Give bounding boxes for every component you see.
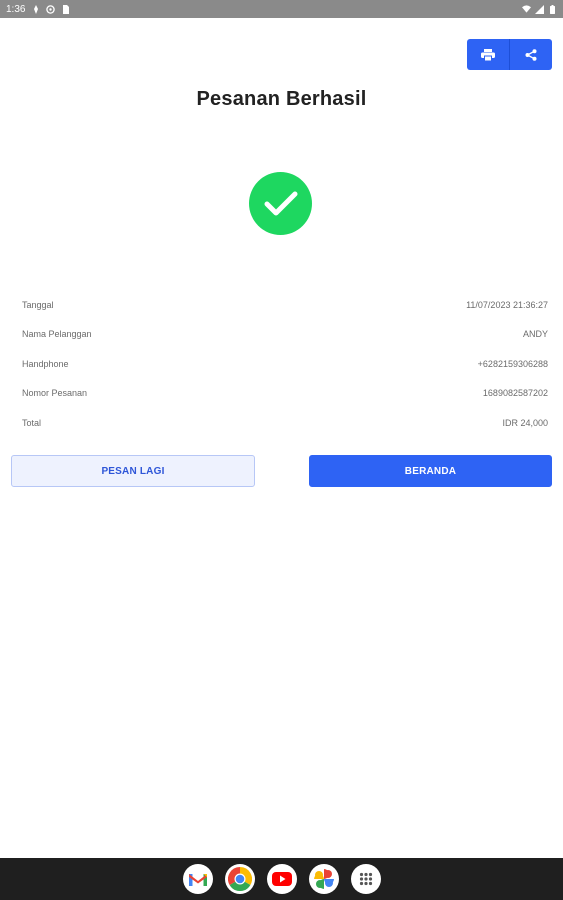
- print-button[interactable]: [467, 39, 509, 70]
- detail-label: Tanggal: [22, 299, 54, 310]
- detail-row-total: Total IDR 24,000: [22, 408, 548, 438]
- detail-row-date: Tanggal 11/07/2023 21:36:27: [22, 290, 548, 320]
- photos-icon[interactable]: [308, 864, 339, 894]
- vpn-icon: [46, 4, 56, 14]
- app-dock: [0, 858, 563, 900]
- youtube-icon[interactable]: [266, 864, 297, 894]
- order-details: Tanggal 11/07/2023 21:36:27 Nama Pelangg…: [22, 290, 548, 438]
- detail-label: Nama Pelanggan: [22, 329, 92, 340]
- order-success-screen: 1:36 Pesanan Berhasil Tanggal 11/07/2023…: [0, 0, 563, 900]
- battery-icon: [548, 4, 557, 14]
- chrome-icon[interactable]: [224, 864, 255, 894]
- wifi-icon: [522, 5, 531, 14]
- detail-row-customer: Nama Pelanggan ANDY: [22, 320, 548, 350]
- status-time: 1:36: [6, 3, 26, 15]
- notification-icon: [31, 4, 40, 14]
- gmail-icon[interactable]: [182, 864, 213, 894]
- status-bar: 1:36: [0, 0, 563, 18]
- signal-icon: [535, 4, 544, 14]
- top-actions: [467, 39, 552, 70]
- print-icon: [481, 48, 495, 61]
- detail-value: 1689082587202: [482, 388, 548, 399]
- detail-row-phone: Handphone +6282159306288: [22, 349, 548, 379]
- detail-label: Handphone: [22, 358, 69, 369]
- check-circle-icon: [249, 172, 312, 235]
- detail-label: Total: [22, 417, 42, 428]
- detail-value: +6282159306288: [477, 358, 548, 369]
- detail-value: ANDY: [522, 329, 548, 340]
- detail-row-order-number: Nomor Pesanan 1689082587202: [22, 379, 548, 409]
- detail-label: Nomor Pesanan: [22, 388, 88, 399]
- sim-icon: [61, 4, 70, 14]
- detail-value: IDR 24,000: [502, 417, 548, 428]
- app-drawer-icon[interactable]: [350, 864, 381, 894]
- order-again-button[interactable]: PESAN LAGI: [11, 455, 255, 487]
- page-title: Pesanan Berhasil: [196, 88, 367, 110]
- share-button[interactable]: [509, 39, 552, 70]
- home-button[interactable]: BERANDA: [309, 455, 552, 487]
- detail-value: 11/07/2023 21:36:27: [466, 299, 548, 310]
- share-icon: [525, 48, 537, 61]
